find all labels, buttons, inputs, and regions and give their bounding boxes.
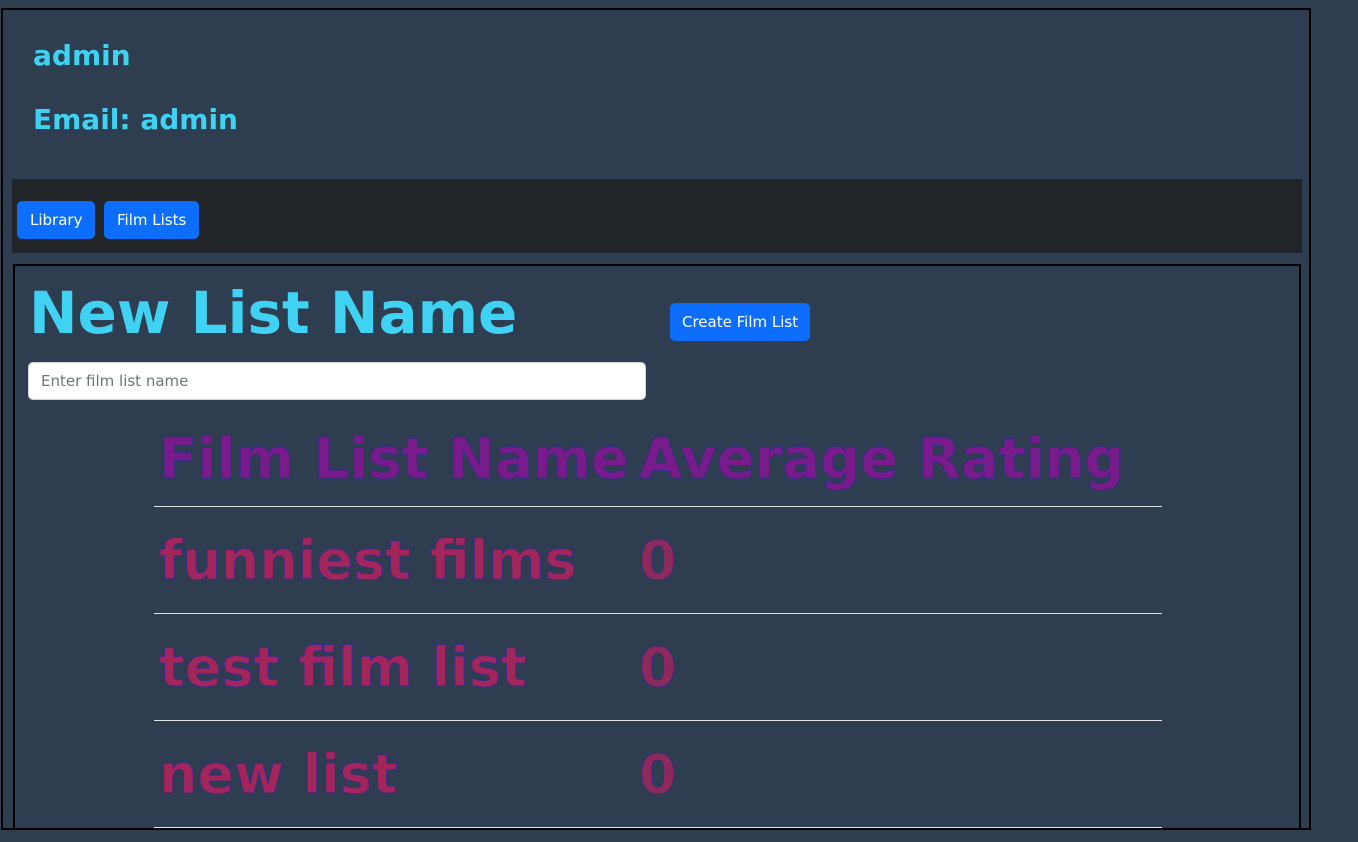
table-row[interactable]: test film list 0 [154,613,1162,721]
navbar: Library Film Lists [12,179,1302,253]
film-list-name-cell[interactable]: new list [154,720,634,828]
library-button[interactable]: Library [17,201,96,239]
film-lists-button[interactable]: Film Lists [104,201,200,239]
create-film-list-button[interactable]: Create Film List [670,303,811,341]
new-list-title: New List Name [29,279,518,347]
profile-frame: admin Email: admin Library Film Lists Ne… [1,8,1311,830]
film-list-name-cell[interactable]: funniest films [154,506,634,614]
table-header-row: Film List Name Average Rating [154,412,1162,507]
film-list-name-input[interactable] [28,362,646,400]
average-rating-cell: 0 [634,720,1162,828]
film-lists-table: Film List Name Average Rating funniest f… [154,412,1162,828]
user-name: admin [33,39,131,72]
user-email: Email: admin [33,103,238,136]
average-rating-cell: 0 [634,506,1162,614]
table-row[interactable]: new list 0 [154,720,1162,828]
average-rating-cell: 0 [634,613,1162,721]
film-lists-panel: New List Name Create Film List Film List… [13,264,1301,830]
film-list-name-cell[interactable]: test film list [154,613,634,721]
column-header-average-rating: Average Rating [634,412,1162,507]
table-row[interactable]: funniest films 0 [154,506,1162,614]
column-header-film-list-name: Film List Name [154,412,634,507]
